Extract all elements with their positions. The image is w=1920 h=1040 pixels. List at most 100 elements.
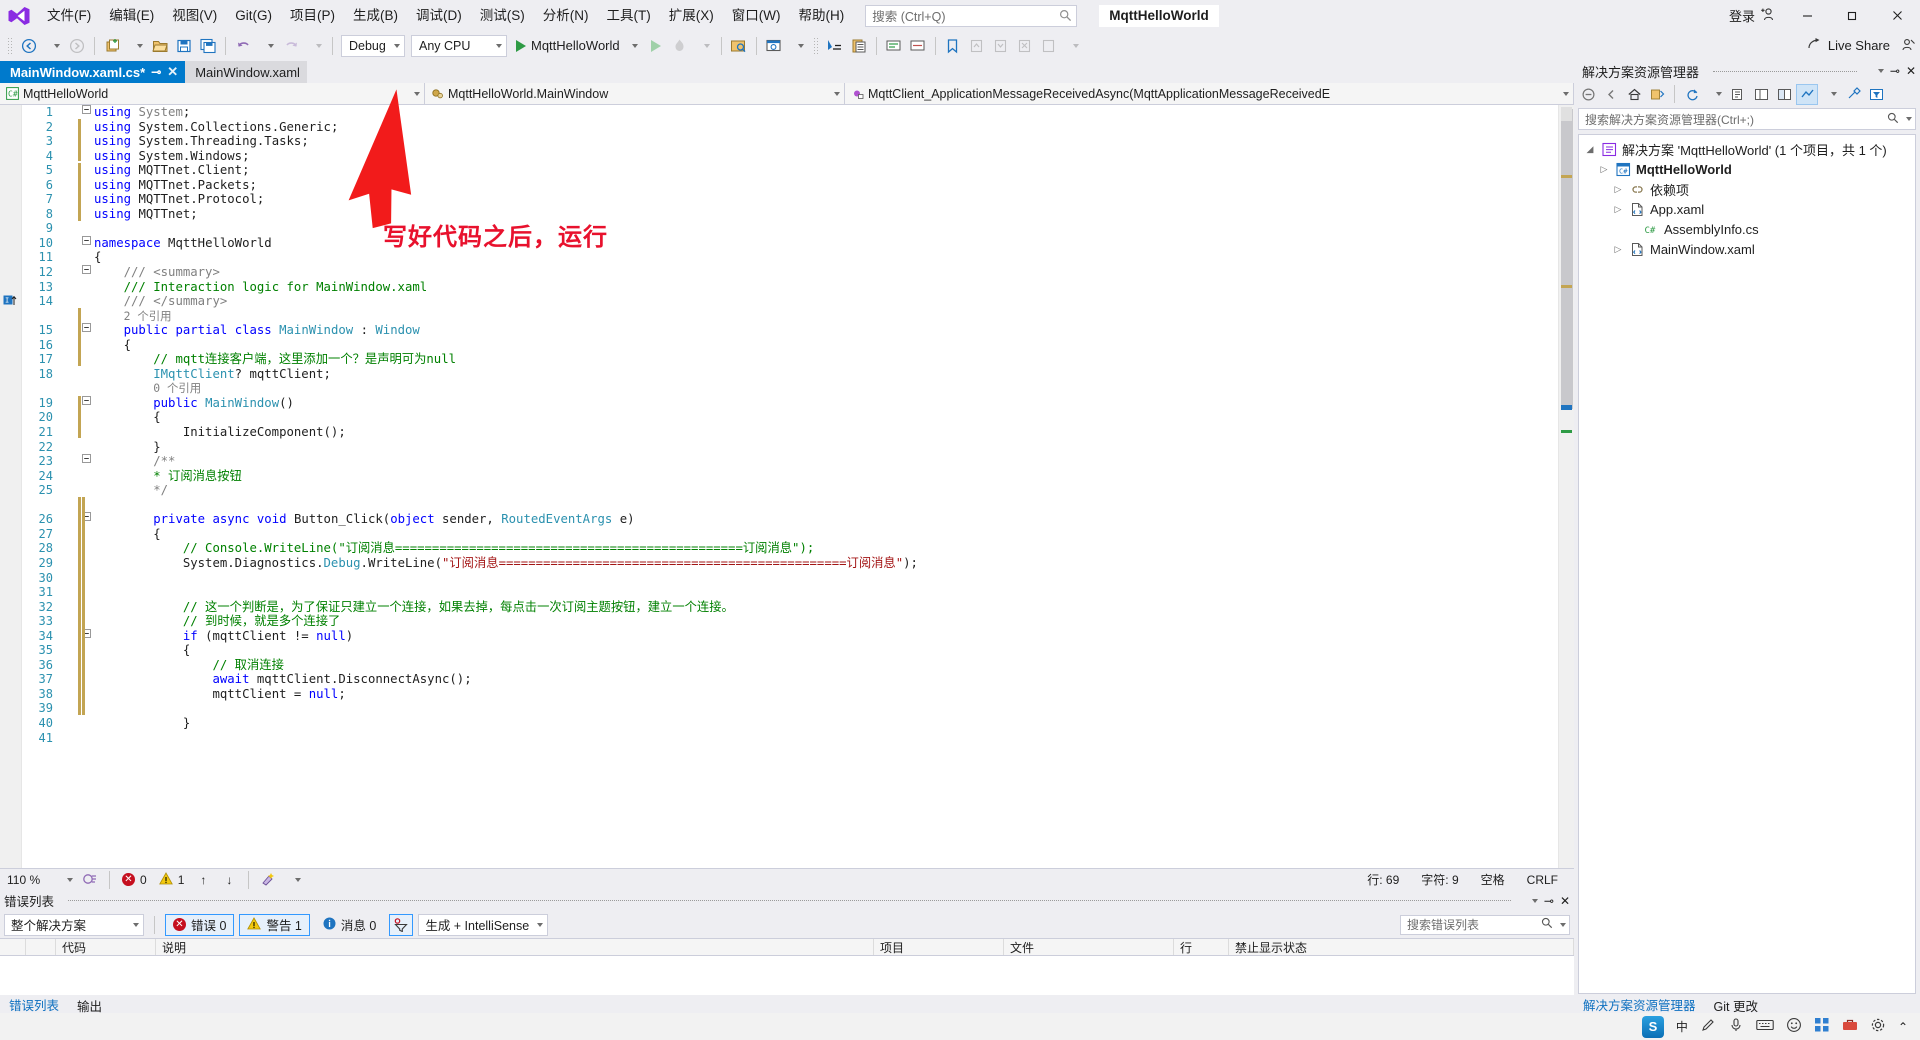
code-line[interactable]: 5 using MQTTnet.Client; bbox=[22, 163, 1558, 178]
code-line[interactable]: 20 { bbox=[22, 410, 1558, 425]
navbar-type-dropdown[interactable]: MqttHelloWorld.MainWindow bbox=[425, 83, 845, 104]
zoom-level-selector[interactable]: 110 % bbox=[4, 870, 76, 889]
pin-tab-icon[interactable]: ⊸ bbox=[151, 65, 161, 79]
live-share-button[interactable]: Live Share bbox=[1807, 37, 1896, 54]
code-line[interactable]: 17 // mqtt连接客户端，这里添加一个？是声明可为null bbox=[22, 352, 1558, 367]
close-tab-icon[interactable]: ✕ bbox=[167, 64, 178, 80]
start-debugging-button[interactable]: MqttHelloWorld bbox=[510, 34, 644, 58]
code-line[interactable]: 36 // 取消连接 bbox=[22, 658, 1558, 673]
tree-item[interactable]: ▷ 依赖项 bbox=[1579, 179, 1915, 199]
search-options-chevron-icon[interactable] bbox=[1560, 922, 1566, 927]
show-all-files-icon[interactable] bbox=[1727, 84, 1749, 105]
code-line[interactable]: 3 using System.Threading.Tasks; bbox=[22, 134, 1558, 149]
solution-configuration-combo[interactable]: Debug bbox=[341, 34, 405, 57]
comment-block-icon[interactable] bbox=[882, 34, 906, 58]
panel-menu-chevron-icon[interactable] bbox=[1877, 69, 1884, 73]
navbar-member-dropdown[interactable]: MqttClient_ApplicationMessageReceivedAsy… bbox=[845, 83, 1574, 104]
menu-item-help[interactable]: 帮助(H) bbox=[789, 3, 853, 29]
tab-mainwindow-xaml[interactable]: MainWindow.xaml bbox=[185, 61, 307, 83]
code-line[interactable]: 30 bbox=[22, 571, 1558, 586]
menu-item-analyze[interactable]: 分析(N) bbox=[534, 3, 598, 29]
code-line[interactable]: 38 mqttClient = null; bbox=[22, 687, 1558, 702]
code-line[interactable]: 0 个引用 bbox=[22, 381, 1558, 396]
pin-panel-icon[interactable]: ⊸ bbox=[1544, 894, 1554, 908]
code-line[interactable]: 9 bbox=[22, 221, 1558, 236]
select-window-icon[interactable] bbox=[762, 34, 786, 58]
menu-item-git[interactable]: Git(G) bbox=[226, 3, 281, 29]
clipboard-paste-icon[interactable] bbox=[847, 34, 871, 58]
keyboard-icon[interactable] bbox=[1756, 1018, 1774, 1035]
tree-item[interactable]: C# AssemblyInfo.cs bbox=[1579, 219, 1915, 239]
next-issue-button[interactable]: ↓ bbox=[217, 868, 241, 892]
start-without-debugging-icon[interactable] bbox=[644, 34, 668, 58]
scrollbar-overview-arrow[interactable] bbox=[1561, 107, 1572, 121]
menu-item-build[interactable]: 生成(B) bbox=[344, 3, 407, 29]
preview-changes-icon[interactable] bbox=[1773, 84, 1795, 105]
scrollbar-thumb[interactable] bbox=[1561, 109, 1573, 409]
expand-chevron-icon[interactable]: ▷ bbox=[1611, 184, 1625, 195]
collapse-region-icon[interactable] bbox=[78, 105, 94, 120]
uncomment-block-icon[interactable] bbox=[906, 34, 930, 58]
hot-reload-icon[interactable] bbox=[668, 34, 692, 58]
inheritance-glyph-icon[interactable]: I bbox=[3, 295, 17, 312]
undo-icon[interactable] bbox=[231, 34, 255, 58]
menu-item-debug[interactable]: 调试(D) bbox=[407, 3, 471, 29]
code-line[interactable]: 28 // Console.WriteLine("订阅消息===========… bbox=[22, 541, 1558, 556]
redo-icon[interactable] bbox=[279, 34, 303, 58]
sogou-logo-icon[interactable]: S bbox=[1641, 1015, 1664, 1038]
microphone-icon[interactable] bbox=[1728, 1017, 1744, 1036]
next-bookmark-icon[interactable] bbox=[989, 34, 1013, 58]
solution-platform-combo[interactable]: Any CPU bbox=[411, 34, 507, 57]
col-code[interactable]: 代码 bbox=[56, 939, 156, 955]
show-desktop-chevron-icon[interactable]: ⌃ bbox=[1898, 1020, 1908, 1034]
navigate-forward-button[interactable] bbox=[65, 34, 89, 58]
menu-item-edit[interactable]: 编辑(E) bbox=[100, 3, 163, 29]
code-line[interactable]: 19 public MainWindow() bbox=[22, 396, 1558, 411]
maximize-button[interactable] bbox=[1830, 0, 1875, 31]
editor-glyph-margin[interactable]: I bbox=[0, 105, 22, 868]
code-line[interactable]: 23 /** bbox=[22, 454, 1558, 469]
expand-chevron-icon[interactable]: ▷ bbox=[1597, 164, 1611, 175]
warning-count-indicator[interactable]: 1 bbox=[154, 868, 190, 892]
code-line[interactable]: 15 public partial class MainWindow : Win… bbox=[22, 323, 1558, 338]
feedback-icon[interactable] bbox=[1896, 34, 1920, 58]
search-options-chevron-icon[interactable] bbox=[1906, 117, 1912, 121]
code-line[interactable]: 34 if (mqttClient != null) bbox=[22, 629, 1558, 644]
pin-panel-icon[interactable]: ⊸ bbox=[1890, 64, 1900, 78]
code-line[interactable]: 33 // 到时候，就是多个连接了 bbox=[22, 614, 1558, 629]
panel-menu-chevron-icon[interactable] bbox=[1531, 898, 1538, 903]
menu-item-file[interactable]: 文件(F) bbox=[38, 3, 100, 29]
code-line[interactable]: 16 { bbox=[22, 338, 1558, 353]
code-line[interactable]: 29 System.Diagnostics.Debug.WriteLine("订… bbox=[22, 556, 1558, 571]
menu-item-test[interactable]: 测试(S) bbox=[471, 3, 534, 29]
code-cleanup-icon[interactable] bbox=[256, 868, 280, 892]
code-line[interactable]: 21 InitializeComponent(); bbox=[22, 425, 1558, 440]
ime-language-indicator[interactable]: 中 bbox=[1676, 1018, 1688, 1035]
col-suppression[interactable]: 禁止显示状态 bbox=[1229, 939, 1574, 955]
menu-item-window[interactable]: 窗口(W) bbox=[723, 3, 790, 29]
solution-explorer-view-toggle[interactable] bbox=[1796, 83, 1818, 105]
view-dropdown[interactable] bbox=[1819, 84, 1841, 105]
code-cleanup-dropdown[interactable] bbox=[282, 868, 306, 892]
warnings-filter-button[interactable]: 警告 1 bbox=[239, 913, 310, 936]
code-line[interactable]: 12 /// <summary> bbox=[22, 265, 1558, 280]
solution-name-chip[interactable]: MqttHelloWorld bbox=[1099, 4, 1219, 27]
properties-window-icon[interactable] bbox=[1750, 84, 1772, 105]
expand-chevron-icon[interactable]: ▷ bbox=[1611, 244, 1625, 255]
solution-explorer-search-input[interactable]: 搜索解决方案资源管理器(Ctrl+;) bbox=[1578, 108, 1916, 130]
minimize-button[interactable] bbox=[1785, 0, 1830, 31]
smiley-icon[interactable] bbox=[1786, 1017, 1802, 1036]
hot-reload-dropdown[interactable] bbox=[692, 34, 716, 58]
col-description[interactable]: 说明 bbox=[156, 939, 874, 955]
code-line[interactable]: 24 * 订阅消息按钮 bbox=[22, 469, 1558, 484]
errors-filter-button[interactable]: ✕ 错误 0 bbox=[165, 913, 235, 936]
tree-item[interactable]: ◢ 解决方案 'MqttHelloWorld' (1 个项目，共 1 个) bbox=[1579, 139, 1915, 159]
save-all-icon[interactable] bbox=[196, 34, 220, 58]
global-search-box[interactable]: 搜索 (Ctrl+Q) bbox=[865, 4, 1078, 27]
code-editor[interactable]: I 1 using System; 2 using System.Collection… bbox=[0, 89, 1574, 868]
close-panel-icon[interactable]: ✕ bbox=[1560, 894, 1570, 908]
code-line[interactable]: 25 */ bbox=[22, 483, 1558, 498]
filter-files-icon[interactable] bbox=[1865, 84, 1887, 105]
menu-item-view[interactable]: 视图(V) bbox=[163, 3, 226, 29]
prev-bookmark-icon[interactable] bbox=[965, 34, 989, 58]
